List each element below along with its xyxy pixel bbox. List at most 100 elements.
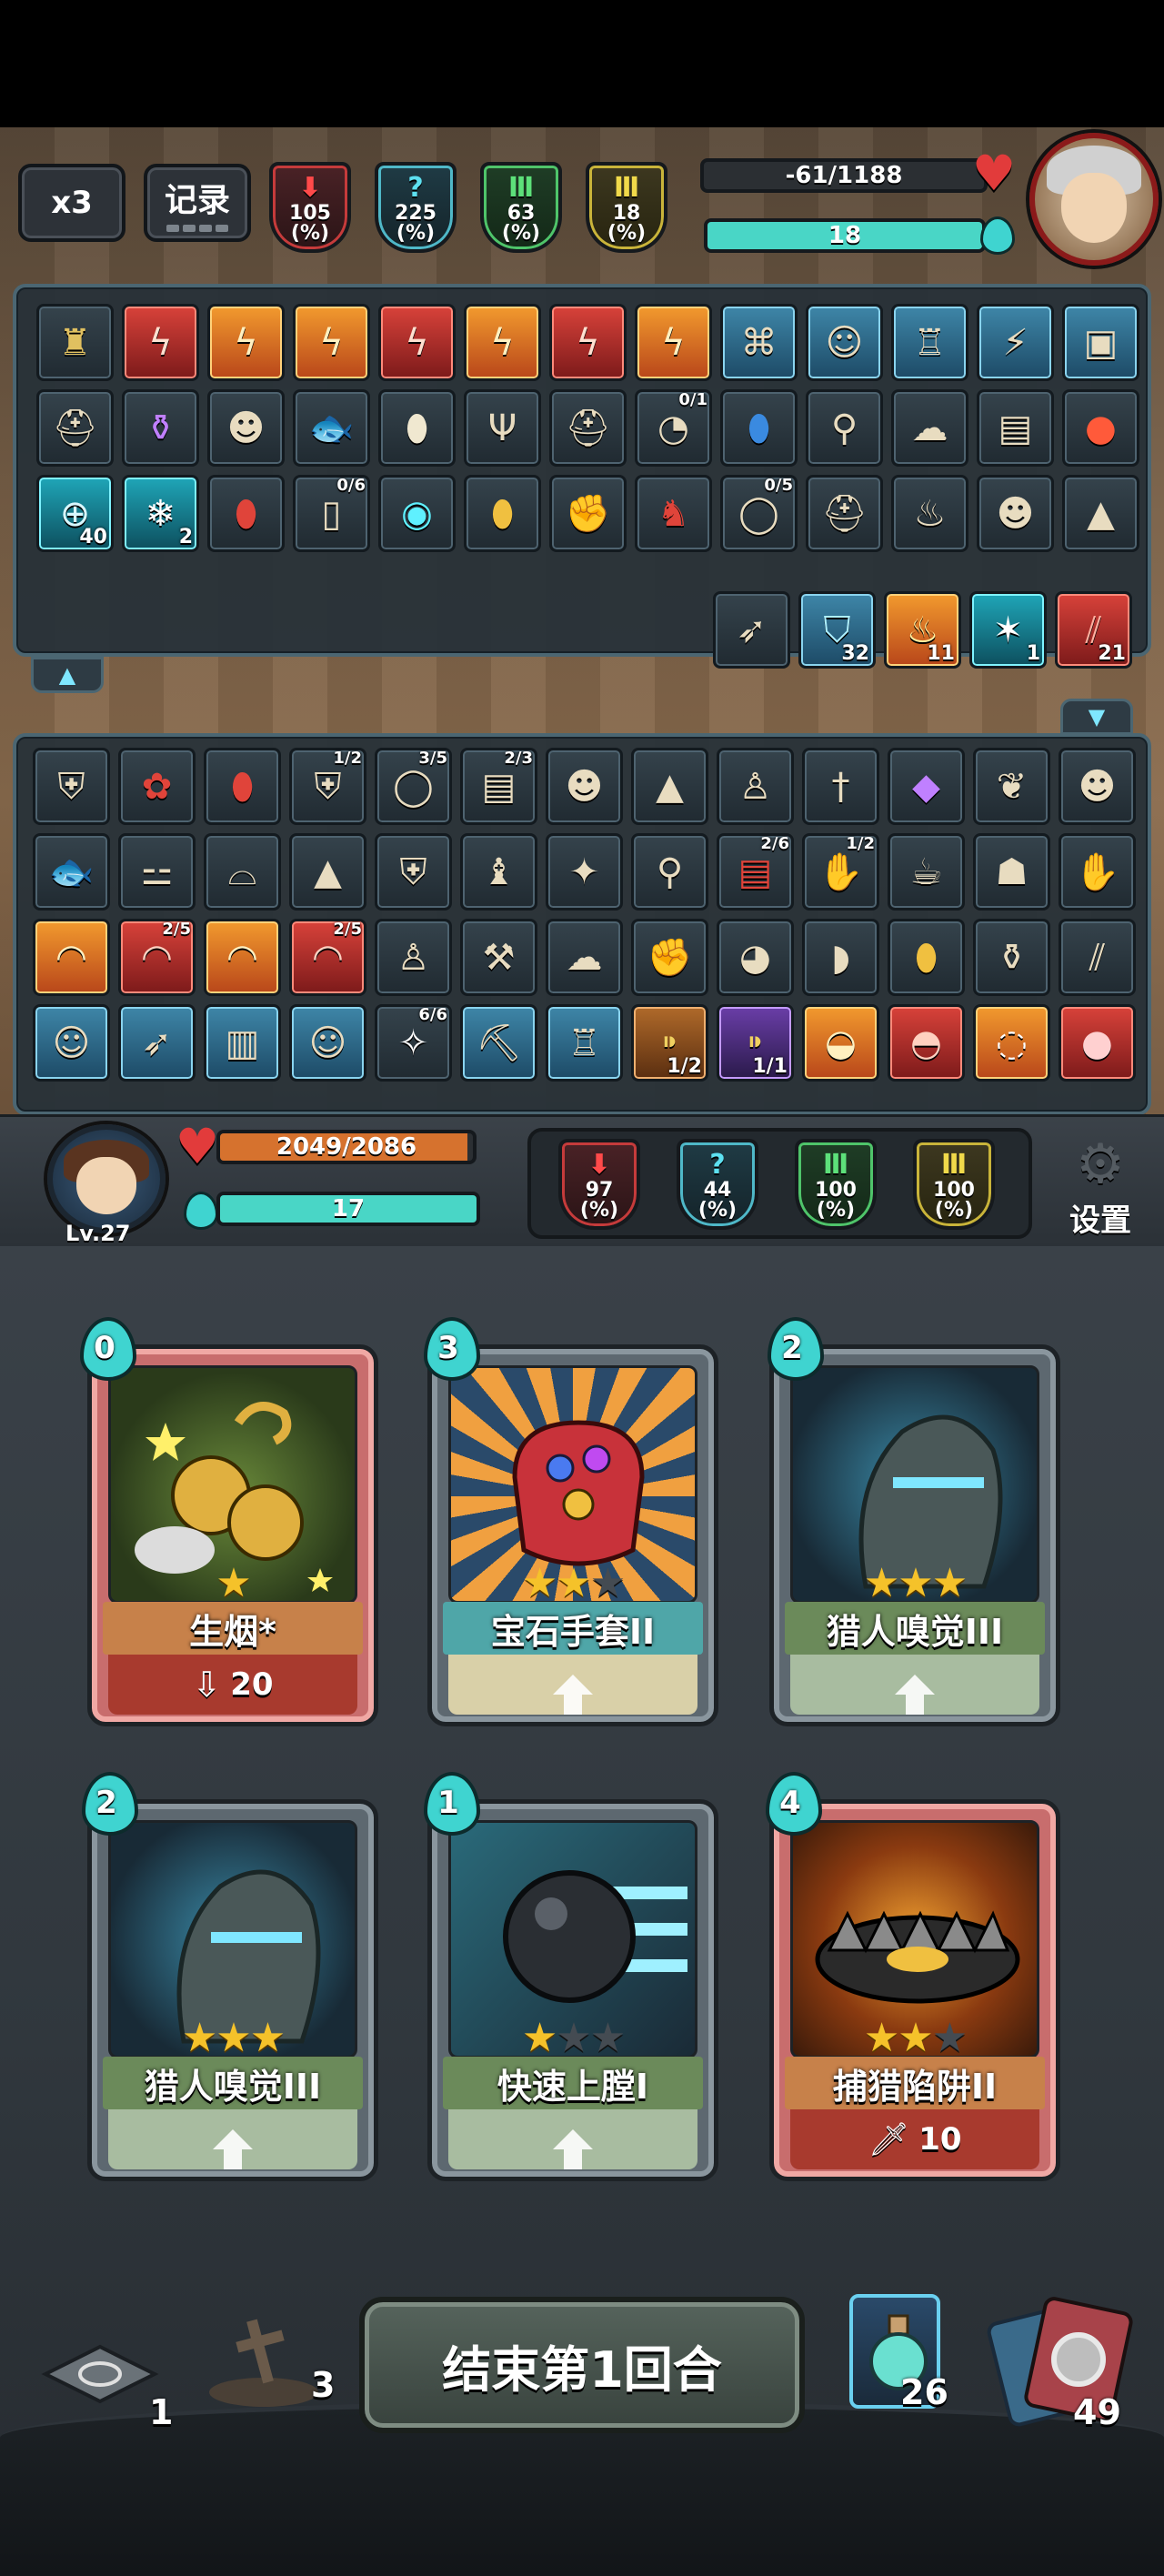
inventory-slot[interactable]: ❦ (973, 748, 1050, 825)
enemy-stat-attack[interactable]: ⬇ 105 (%) (269, 162, 351, 253)
inventory-slot[interactable]: ⬮ (464, 475, 541, 552)
end-turn-button[interactable]: 结束第1回合 (359, 2297, 805, 2433)
inventory-slot[interactable]: ♨ 11 (884, 591, 961, 669)
inventory-slot[interactable]: ⫽ 21 (1055, 591, 1132, 669)
inventory-slot[interactable]: ⛑ (549, 389, 627, 467)
card-hunter-scent[interactable]: ★★★ 猎人嗅觉III (87, 1799, 378, 2181)
inventory-slot[interactable]: ⬮ (888, 919, 965, 996)
inventory-slot[interactable]: ◌ (973, 1004, 1050, 1082)
inventory-slot[interactable]: ◯ 0/5 (720, 475, 798, 552)
inventory-slot[interactable]: ☻ (546, 748, 623, 825)
inventory-slot[interactable]: ● (1059, 1004, 1136, 1082)
inventory-slot[interactable]: ◗ (802, 919, 879, 996)
inventory-slot[interactable]: ◯ 3/5 (375, 748, 452, 825)
inventory-slot[interactable]: ▥ (204, 1004, 281, 1082)
discard-pile[interactable]: 1 (36, 2329, 173, 2438)
inventory-slot[interactable]: ▲ (631, 748, 708, 825)
inventory-slot[interactable]: ϟ (378, 304, 456, 381)
inventory-slot[interactable]: ☁ (891, 389, 968, 467)
enemy-portrait[interactable] (1029, 133, 1159, 266)
inventory-slot[interactable]: ϟ (122, 304, 199, 381)
inventory-slot[interactable]: ⫽ (1059, 919, 1136, 996)
inventory-slot[interactable]: ⚱ (973, 919, 1050, 996)
inventory-slot[interactable]: ▣ (1062, 304, 1139, 381)
inventory-slot[interactable]: ✶ 1 (969, 591, 1047, 669)
inventory-slot[interactable]: ▤ 2/3 (460, 748, 537, 825)
inventory-slot[interactable]: ♞ (635, 475, 712, 552)
inventory-slot[interactable]: 🐟 (33, 833, 110, 911)
inventory-slot[interactable]: ⁍ 1/2 (631, 1004, 708, 1082)
inventory-slot[interactable]: ◕ (717, 919, 794, 996)
inventory-slot[interactable]: ⌓ (204, 833, 281, 911)
speed-button[interactable]: x3 (18, 164, 125, 242)
inventory-slot[interactable]: ☺ (33, 1004, 110, 1082)
inventory-slot[interactable]: ⌘ (720, 304, 798, 381)
inventory-slot[interactable]: ➶ (713, 591, 790, 669)
inventory-slot[interactable]: ☺ (289, 1004, 366, 1082)
inventory-slot[interactable]: ♝ (460, 833, 537, 911)
inventory-slot[interactable]: ❄ 2 (122, 475, 199, 552)
inventory-slot[interactable]: ☕ (888, 833, 965, 911)
collapse-down-button[interactable]: ▼ (1060, 699, 1133, 735)
inventory-slot[interactable]: ⛉ 32 (798, 591, 876, 669)
inventory-slot[interactable]: ▲ (1062, 475, 1139, 552)
card-hunter-scent[interactable]: ★★★ 猎人嗅觉III (769, 1344, 1060, 1726)
card-quick-load[interactable]: ★★★ 快速上膛I (427, 1799, 718, 2181)
inventory-slot[interactable]: † (802, 748, 879, 825)
inventory-slot[interactable]: ⊕ 40 (36, 475, 114, 552)
inventory-slot[interactable]: Ψ (464, 389, 541, 467)
inventory-slot[interactable]: ☻ (207, 389, 285, 467)
inventory-slot[interactable]: ☻ (977, 475, 1054, 552)
inventory-slot[interactable]: ▤ (977, 389, 1054, 467)
inventory-slot[interactable]: ☻ (1059, 748, 1136, 825)
player-stat-attack[interactable]: ⬇ 97 (%) (558, 1139, 640, 1230)
inventory-slot[interactable]: ⛨ (33, 748, 110, 825)
inventory-slot[interactable]: ⛨ (375, 833, 452, 911)
inventory-slot[interactable]: ✋ (1059, 833, 1136, 911)
inventory-slot[interactable]: ✿ (118, 748, 196, 825)
player-stat-defense[interactable]: Ⅲ 100 (%) (795, 1139, 877, 1230)
inventory-slot[interactable]: ⬮ (378, 389, 456, 467)
inventory-slot[interactable]: ♖ (891, 304, 968, 381)
inventory-slot[interactable]: ✋ 1/2 (802, 833, 879, 911)
enemy-stat-crit[interactable]: ? 225 (%) (375, 162, 457, 253)
inventory-slot[interactable]: ϟ (464, 304, 541, 381)
card-smoke[interactable]: ★ 生烟* ⇩ 20 (87, 1344, 378, 1726)
card-bear-trap[interactable]: ★★★ 捕猎陷阱II 🗡 10 (769, 1799, 1060, 2181)
potion-slot[interactable]: 26 (846, 2290, 955, 2418)
inventory-slot[interactable]: ◠ 2/5 (118, 919, 196, 996)
inventory-slot[interactable]: ⛑ (36, 389, 114, 467)
inventory-slot[interactable]: ◆ (888, 748, 965, 825)
inventory-slot[interactable]: ⬮ (207, 475, 285, 552)
inventory-slot[interactable]: ϟ (207, 304, 285, 381)
inventory-slot[interactable]: ♙ (375, 919, 452, 996)
inventory-slot[interactable]: ⚡ (977, 304, 1054, 381)
inventory-slot[interactable]: ◒ (802, 1004, 879, 1082)
inventory-slot[interactable]: ✦ (546, 833, 623, 911)
inventory-slot[interactable]: ⚲ (631, 833, 708, 911)
inventory-slot[interactable]: ⚒ (460, 919, 537, 996)
inventory-slot[interactable]: ⚱ (122, 389, 199, 467)
inventory-slot[interactable]: ● (1062, 389, 1139, 467)
inventory-slot[interactable]: 🐟 (293, 389, 370, 467)
inventory-slot[interactable]: ◓ (888, 1004, 965, 1082)
inventory-slot[interactable]: ➶ (118, 1004, 196, 1082)
inventory-slot[interactable]: ϟ (635, 304, 712, 381)
inventory-slot[interactable]: ✊ (549, 475, 627, 552)
inventory-slot[interactable]: ⛨ 1/2 (289, 748, 366, 825)
inventory-slot[interactable]: ⚲ (806, 389, 883, 467)
collapse-up-button[interactable]: ▲ (31, 657, 104, 693)
inventory-slot[interactable]: ⬮ (720, 389, 798, 467)
inventory-slot[interactable]: ⁍ 1/1 (717, 1004, 794, 1082)
player-portrait[interactable] (47, 1124, 166, 1233)
inventory-slot[interactable]: ✊ (631, 919, 708, 996)
inventory-slot[interactable]: ◉ (378, 475, 456, 552)
inventory-slot[interactable]: ϟ (549, 304, 627, 381)
inventory-slot[interactable]: ⛏ (460, 1004, 537, 1082)
inventory-slot[interactable]: ◔ 0/1 (635, 389, 712, 467)
inventory-slot[interactable]: ☗ (973, 833, 1050, 911)
enemy-stat-defense[interactable]: Ⅲ 63 (%) (480, 162, 562, 253)
inventory-slot[interactable]: ♜ (36, 304, 114, 381)
settings-button[interactable]: ⚙ 设置 (1055, 1137, 1146, 1239)
inventory-slot[interactable]: ⚍ (118, 833, 196, 911)
